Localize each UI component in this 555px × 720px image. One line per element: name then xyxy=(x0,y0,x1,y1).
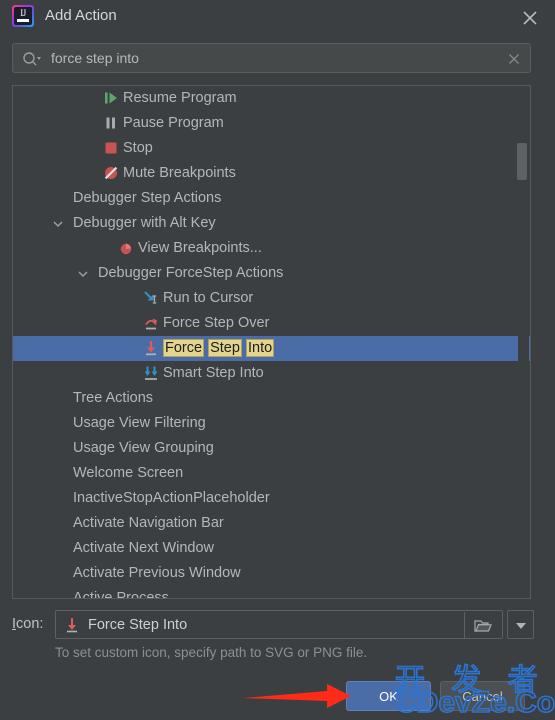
close-icon[interactable] xyxy=(519,7,541,29)
tree-row[interactable]: Smart Step Into xyxy=(13,361,530,386)
clear-icon[interactable] xyxy=(507,52,521,66)
tree-row[interactable]: Usage View Grouping xyxy=(13,436,530,461)
cancel-button[interactable]: Cancel xyxy=(440,681,525,711)
tree-row[interactable]: Activate Next Window xyxy=(13,536,530,561)
tree-row-label: Force Step Into xyxy=(163,339,275,357)
action-tree[interactable]: Resume Program Pause Program Stop Mute Brea… xyxy=(12,85,531,599)
ok-button[interactable]: OK xyxy=(346,681,431,711)
tree-row[interactable]: Welcome Screen xyxy=(13,461,530,486)
tree-row-label: Debugger Step Actions xyxy=(73,190,222,206)
tree-row[interactable]: Pause Program xyxy=(13,111,530,136)
tree-row[interactable]: Activate Previous Window xyxy=(13,561,530,586)
tree-row[interactable]: Tree Actions xyxy=(13,386,530,411)
tree-row[interactable]: Mute Breakpoints xyxy=(13,161,530,186)
tree-row[interactable]: Stop xyxy=(13,136,530,161)
chevron-right-icon[interactable] xyxy=(52,468,64,480)
tree-row-label: Usage View Grouping xyxy=(73,440,214,456)
tree-row[interactable]: Debugger with Alt Key xyxy=(13,211,530,236)
tree-row[interactable]: Usage View Filtering xyxy=(13,411,530,436)
folder-icon[interactable] xyxy=(464,612,501,639)
tree-row-label: Force Step Over xyxy=(163,315,270,331)
tree-row-label: Debugger with Alt Key xyxy=(73,215,216,231)
chevron-right-icon[interactable] xyxy=(52,443,64,455)
force-step-over-icon xyxy=(143,315,159,331)
tree-row[interactable]: Force Step Into xyxy=(13,336,530,361)
tree-row[interactable]: InactiveStopActionPlaceholder xyxy=(13,486,530,511)
tree-row-label: Activate Navigation Bar xyxy=(73,515,224,531)
force-step-into-icon xyxy=(64,617,80,633)
tree-rows-container: Resume Program Pause Program Stop Mute Brea… xyxy=(13,86,530,599)
search-icon[interactable] xyxy=(22,51,42,67)
tree-row[interactable]: Force Step Over xyxy=(13,311,530,336)
stop-icon xyxy=(103,140,119,156)
chevron-down-icon xyxy=(516,623,526,629)
tree-row-label: Active Process xyxy=(73,590,169,599)
chevron-right-icon[interactable] xyxy=(52,393,64,405)
tree-row[interactable]: Debugger Step Actions xyxy=(13,186,530,211)
tree-row-label: InactiveStopActionPlaceholder xyxy=(73,490,270,506)
chevron-down-icon[interactable] xyxy=(77,268,89,280)
icon-dropdown-button[interactable] xyxy=(507,610,534,639)
chevron-right-icon[interactable] xyxy=(52,193,64,205)
scrollbar-thumb[interactable] xyxy=(517,143,527,180)
icon-field-hint: To set custom icon, specify path to SVG … xyxy=(55,645,368,660)
run-to-cursor-icon xyxy=(143,290,159,306)
tree-row[interactable]: View Breakpoints... xyxy=(13,236,530,261)
page-title: Add Action xyxy=(45,7,117,24)
icon-path-field[interactable]: Force Step Into xyxy=(55,610,503,639)
icon-field-value[interactable]: Force Step Into xyxy=(88,615,187,635)
chevron-down-icon[interactable] xyxy=(52,218,64,230)
icon-label-rest: con: xyxy=(16,616,44,632)
add-action-dialog: IJ Add Action force step into Resume Pro… xyxy=(0,0,555,720)
tree-row-label: Resume Program xyxy=(123,90,237,106)
pause-program-icon xyxy=(103,115,119,131)
tree-row-label: Pause Program xyxy=(123,115,224,131)
vertical-scrollbar[interactable] xyxy=(517,87,529,598)
search-field[interactable]: force step into xyxy=(12,43,531,73)
title-bar: IJ Add Action xyxy=(0,0,555,37)
smart-step-into-icon xyxy=(143,365,159,381)
intellij-idea-icon: IJ xyxy=(12,5,34,27)
tree-row[interactable]: Activate Navigation Bar xyxy=(13,511,530,536)
tree-row-label: Tree Actions xyxy=(73,390,154,406)
tree-row-label: Stop xyxy=(123,140,153,156)
force-step-into-icon xyxy=(143,340,159,356)
tree-row-label: Welcome Screen xyxy=(73,465,184,481)
tree-row[interactable]: Active Process xyxy=(13,586,530,599)
tree-row-label: Debugger ForceStep Actions xyxy=(98,265,284,281)
tree-row-label: Usage View Filtering xyxy=(73,415,206,431)
resume-program-icon xyxy=(103,90,119,106)
tree-row-label: Smart Step Into xyxy=(163,365,264,381)
tree-row-label: Run to Cursor xyxy=(163,290,254,306)
tree-row-label: Activate Next Window xyxy=(73,540,215,556)
tree-row-label: Activate Previous Window xyxy=(73,565,241,581)
view-breakpoints-icon xyxy=(118,240,134,256)
icon-field-label: Icon: xyxy=(12,616,43,632)
tree-row[interactable]: Resume Program xyxy=(13,86,530,111)
tree-row-label: View Breakpoints... xyxy=(138,240,262,256)
tree-row-label: Mute Breakpoints xyxy=(123,165,236,181)
search-input[interactable]: force step into xyxy=(51,49,139,68)
mute-breakpoints-icon xyxy=(103,165,119,181)
chevron-right-icon[interactable] xyxy=(52,418,64,430)
red-arrow-annotation xyxy=(243,683,353,709)
tree-row[interactable]: Run to Cursor xyxy=(13,286,530,311)
tree-row[interactable]: Debugger ForceStep Actions xyxy=(13,261,530,286)
